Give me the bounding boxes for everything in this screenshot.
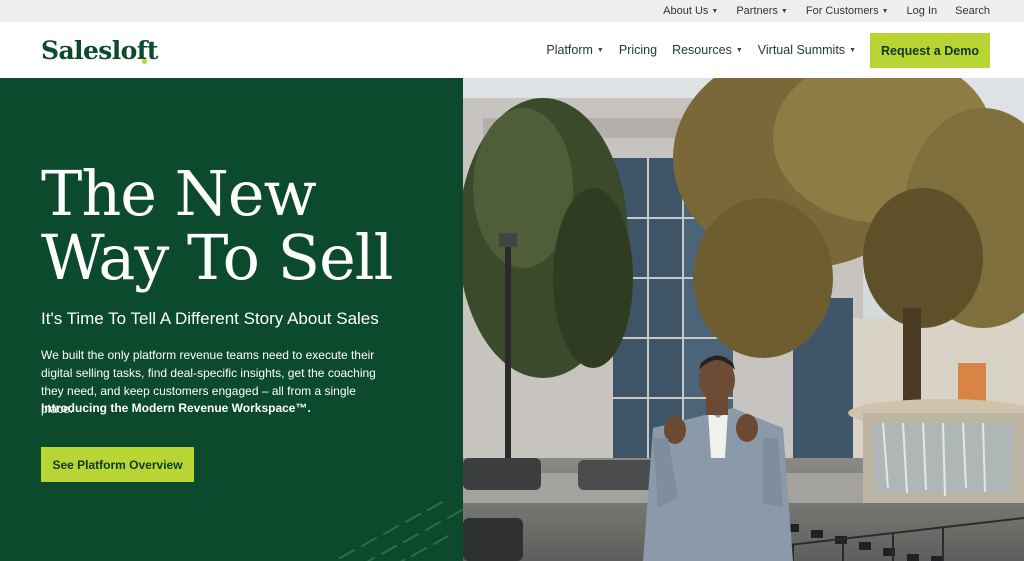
- see-platform-overview-button[interactable]: See Platform Overview: [41, 447, 194, 482]
- utility-link-log-in[interactable]: Log In: [907, 5, 938, 17]
- utility-link-label: Search: [955, 5, 990, 17]
- nav-item-resources[interactable]: Resources ▼: [672, 43, 743, 57]
- primary-nav: Platform ▼ Pricing Resources ▼ Virtual S…: [546, 22, 856, 78]
- hero-headline: The New Way To Sell: [41, 162, 451, 290]
- headline-line-2: Way To Sell: [41, 221, 393, 294]
- utility-link-label: Log In: [906, 5, 938, 17]
- nav-item-label: Pricing: [618, 43, 658, 57]
- request-demo-button[interactable]: Request a Demo: [870, 33, 990, 68]
- caret-down-icon: ▼: [780, 7, 788, 15]
- nav-item-pricing[interactable]: Pricing: [619, 43, 657, 57]
- hero-video[interactable]: [463, 78, 1024, 561]
- utility-bar: About Us ▼ Partners ▼ For Customers ▼ Lo…: [0, 0, 1024, 22]
- utility-link-for-customers[interactable]: For Customers ▼: [806, 5, 889, 17]
- caret-down-icon: ▼: [881, 7, 889, 15]
- utility-link-label: About Us: [663, 5, 709, 17]
- hero-panel: The New Way To Sell It's Time To Tell A …: [0, 78, 463, 561]
- nav-item-label: Virtual Summits: [757, 43, 846, 57]
- main-header: Salesloft Platform ▼ Pricing Resources ▼…: [0, 22, 1024, 78]
- nav-item-platform[interactable]: Platform ▼: [546, 43, 603, 57]
- headline-line-1: The New: [41, 157, 317, 230]
- salesloft-logo[interactable]: Salesloft: [41, 36, 158, 65]
- utility-link-label: Partners: [736, 5, 778, 17]
- utility-link-label: For Customers: [805, 5, 879, 17]
- logo-dot: [142, 59, 147, 64]
- decorative-dash-pattern: [339, 501, 463, 561]
- hero-subheading: It's Time To Tell A Different Story Abou…: [41, 309, 379, 328]
- utility-link-search[interactable]: Search: [955, 5, 990, 17]
- nav-item-virtual-summits[interactable]: Virtual Summits ▼: [758, 43, 856, 57]
- utility-link-partners[interactable]: Partners ▼: [736, 5, 788, 17]
- hero-body-strong: Introducing the Modern Revenue Workspace…: [41, 401, 311, 415]
- hero-video-scene: [463, 78, 1024, 561]
- caret-down-icon: ▼: [711, 7, 719, 15]
- nav-item-label: Resources: [672, 43, 732, 57]
- utility-link-about-us[interactable]: About Us ▼: [663, 5, 718, 17]
- caret-down-icon: ▼: [735, 46, 743, 54]
- caret-down-icon: ▼: [596, 46, 604, 54]
- nav-item-label: Platform: [546, 43, 593, 57]
- caret-down-icon: ▼: [849, 46, 856, 54]
